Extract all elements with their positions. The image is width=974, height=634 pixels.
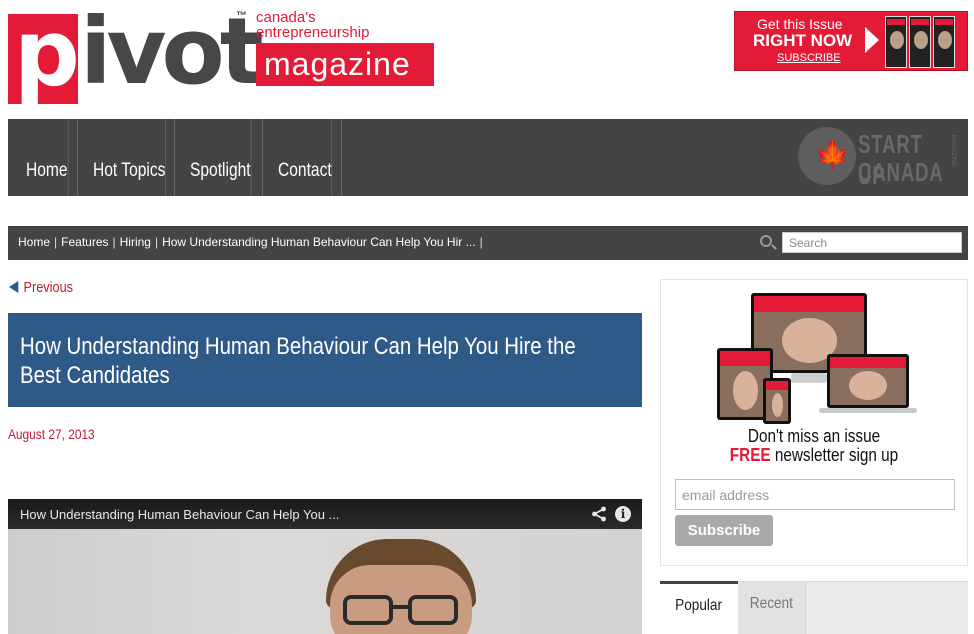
search-input[interactable] <box>782 232 962 253</box>
left-arrow-icon <box>9 281 19 293</box>
video-player[interactable]: How Understanding Human Behaviour Can He… <box>8 499 642 634</box>
breadcrumb-home[interactable]: Home <box>18 235 50 249</box>
nav-spotlight[interactable]: Spotlight <box>190 119 252 196</box>
video-title[interactable]: How Understanding Human Behaviour Can He… <box>20 507 339 522</box>
nav-divider <box>77 119 78 196</box>
phone-device-image <box>763 378 791 424</box>
breadcrumb-bar: Home | Features | Hiring | How Understanding H… <box>8 226 968 260</box>
popular-recent-tabs: Popular Recent <box>660 581 968 634</box>
previous-label: Previous <box>23 279 74 296</box>
desktop-stand <box>791 373 827 383</box>
startup-logo-line2: CANADA <box>858 157 944 187</box>
startup-canada-logo[interactable]: 🍁 START UP CANADA MAGAZINE <box>798 127 968 190</box>
tab-popular-label: Popular <box>675 597 723 614</box>
subscribe-button[interactable]: Subscribe <box>675 515 773 546</box>
breadcrumb: Home | Features | Hiring | How Understanding H… <box>18 235 483 249</box>
nav-divider <box>341 119 342 196</box>
tab-recent[interactable]: Recent <box>738 582 806 634</box>
nav-divider <box>174 119 175 196</box>
laptop-device-image <box>827 354 909 408</box>
logo-magazine-label: magazine <box>256 43 434 86</box>
startup-logo-side: MAGAZINE <box>950 135 956 167</box>
magazine-cover-image <box>909 16 931 68</box>
share-icon[interactable] <box>591 506 607 522</box>
email-field[interactable] <box>675 479 955 510</box>
previous-link[interactable]: Previous <box>9 279 73 296</box>
laptop-base <box>819 408 917 413</box>
glasses-bridge <box>393 605 408 609</box>
ad-line-2: RIGHT NOW <box>753 31 853 50</box>
nav-contact[interactable]: Contact <box>278 119 333 196</box>
ad-subscribe-link[interactable]: SUBSCRIBE <box>777 52 841 64</box>
ad-line-1: Get this Issue <box>757 16 843 32</box>
tab-popular[interactable]: Popular <box>660 581 738 634</box>
logo-word: ivot <box>80 0 264 105</box>
tab-recent-label: Recent <box>749 595 794 612</box>
logo-tagline-line1: canada's <box>256 9 316 26</box>
nav-home[interactable]: Home <box>26 119 69 196</box>
breadcrumb-current: How Understanding Human Behaviour Can He… <box>162 235 476 249</box>
magazine-cover-image <box>933 16 955 68</box>
nav-divider <box>262 119 263 196</box>
pivot-magazine-logo[interactable]: p ivot ™ canada's entrepreneurship magaz… <box>8 0 438 107</box>
breadcrumb-features[interactable]: Features <box>61 235 108 249</box>
article-title: How Understanding Human Behaviour Can He… <box>20 333 576 389</box>
play-arrow-icon <box>865 27 879 53</box>
search-icon[interactable] <box>760 235 772 247</box>
video-frame <box>8 529 642 634</box>
get-this-issue-ad[interactable]: Get this Issue RIGHT NOW SUBSCRIBE <box>734 11 968 71</box>
logo-trademark: ™ <box>236 10 247 22</box>
magazine-cover-image <box>885 16 907 68</box>
promo-subheading-rest: newsletter sign up <box>770 445 899 465</box>
article-title-box: How Understanding Human Behaviour Can He… <box>8 313 642 407</box>
newsletter-promo: Don't miss an issue FREE newsletter sign… <box>660 279 968 566</box>
nav-hot-topics[interactable]: Hot Topics <box>93 119 167 196</box>
promo-heading: Don't miss an issue <box>747 426 881 446</box>
info-icon[interactable]: i <box>615 506 631 522</box>
main-nav: Home Hot Topics Spotlight Contact 🍁 STAR… <box>8 119 968 196</box>
logo-p-letter: p <box>14 0 80 107</box>
promo-subheading: FREE newsletter sign up <box>684 445 944 466</box>
logo-tagline-line2: entrepreneurship <box>256 24 370 41</box>
article-date: August 27, 2013 <box>8 426 95 442</box>
breadcrumb-hiring[interactable]: Hiring <box>120 235 151 249</box>
logo-p-block: p <box>8 0 80 107</box>
promo-free: FREE <box>729 445 771 465</box>
video-title-bar: How Understanding Human Behaviour Can He… <box>8 499 642 529</box>
maple-leaf-icon: 🍁 <box>798 127 856 185</box>
logo-tagline: canada's entrepreneurship <box>256 10 369 40</box>
glasses <box>343 595 393 625</box>
glasses <box>408 595 458 625</box>
